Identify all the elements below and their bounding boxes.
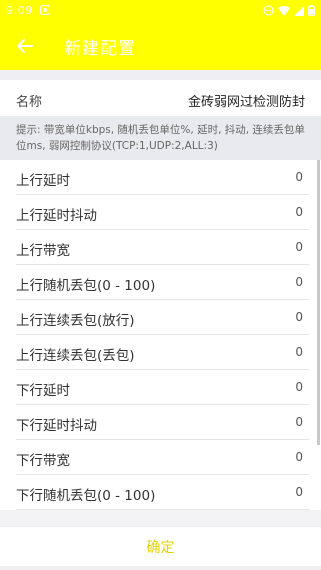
- app-bar: 新建配置: [0, 22, 321, 70]
- notification-icon: [39, 4, 51, 16]
- status-icons: [263, 5, 315, 16]
- row-label: 上行随机丢包(0 - 100): [16, 278, 156, 294]
- scrollbar[interactable]: [317, 160, 320, 445]
- row-label: 上行带宽: [16, 243, 70, 259]
- row-label: 下行延时: [16, 383, 70, 399]
- name-field[interactable]: 名称 金砖弱网过检测防封: [0, 80, 321, 116]
- row-value[interactable]: 0: [295, 240, 303, 254]
- list-item[interactable]: 上行连续丢包(丢包) 0: [16, 335, 309, 370]
- row-value[interactable]: 0: [295, 310, 303, 324]
- back-arrow-icon[interactable]: [14, 35, 36, 57]
- row-label: 上行延时: [16, 173, 70, 189]
- row-value[interactable]: 0: [295, 170, 303, 184]
- row-label: 下行随机丢包(0 - 100): [16, 488, 156, 504]
- row-label: 下行延时抖动: [16, 418, 97, 434]
- row-label: 上行连续丢包(放行): [16, 313, 135, 329]
- list-item[interactable]: 下行随机丢包(0 - 100) 0: [16, 475, 309, 510]
- battery-icon: [308, 5, 315, 16]
- settings-list: 上行延时 0 上行延时抖动 0 上行带宽 0 上行随机丢包(0 - 100) 0…: [0, 160, 321, 510]
- row-value[interactable]: 0: [295, 275, 303, 289]
- list-item[interactable]: 下行延时 0: [16, 370, 309, 405]
- row-value[interactable]: 0: [295, 380, 303, 394]
- row-label: 下行带宽: [16, 453, 70, 469]
- row-value[interactable]: 0: [295, 205, 303, 219]
- circle-status-icon: [263, 5, 274, 16]
- confirm-button[interactable]: 确定: [0, 526, 321, 567]
- list-item[interactable]: 下行带宽 0: [16, 440, 309, 475]
- row-label: 上行延时抖动: [16, 208, 97, 224]
- list-item[interactable]: 下行延时抖动 0: [16, 405, 309, 440]
- page-title: 新建配置: [64, 39, 136, 59]
- divider: [0, 510, 321, 526]
- list-item[interactable]: 上行延时抖动 0: [16, 195, 309, 230]
- hint-text: 提示: 带宽单位kbps, 随机丢包单位%, 延时, 抖动, 连续丢包单位ms,…: [0, 116, 321, 160]
- wifi-icon: [278, 5, 290, 16]
- row-label: 上行连续丢包(丢包): [16, 348, 135, 364]
- signal-icon: [294, 5, 304, 16]
- row-value[interactable]: 0: [295, 415, 303, 429]
- bottom-divider: [0, 566, 321, 570]
- status-time: 9:09: [6, 4, 33, 17]
- list-item[interactable]: 上行随机丢包(0 - 100) 0: [16, 265, 309, 300]
- list-item[interactable]: 上行延时 0: [16, 160, 309, 195]
- row-value[interactable]: 0: [295, 485, 303, 499]
- status-bar: 9:09: [0, 0, 321, 22]
- row-value[interactable]: 0: [295, 450, 303, 464]
- list-item[interactable]: 上行连续丢包(放行) 0: [16, 300, 309, 335]
- row-value[interactable]: 0: [295, 345, 303, 359]
- name-label: 名称: [16, 95, 43, 110]
- list-item[interactable]: 上行带宽 0: [16, 230, 309, 265]
- name-value[interactable]: 金砖弱网过检测防封: [188, 91, 305, 110]
